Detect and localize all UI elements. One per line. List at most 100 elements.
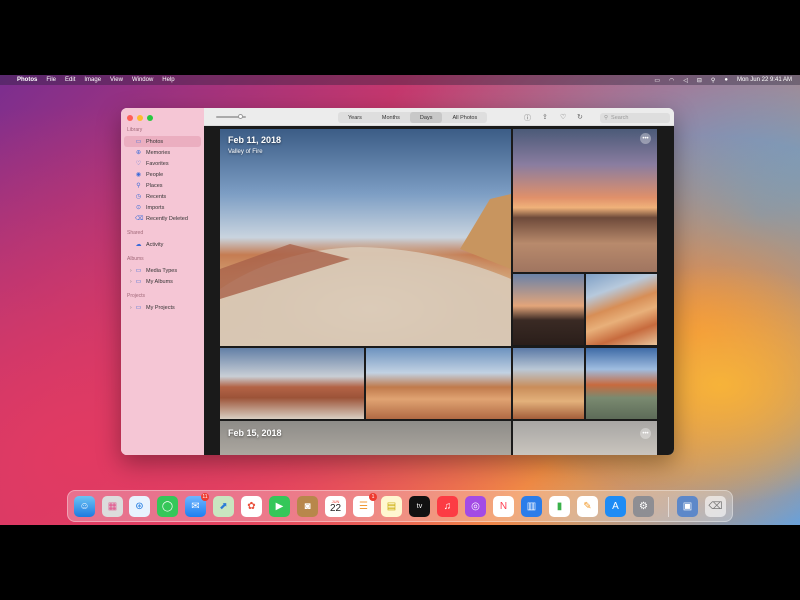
tab-years[interactable]: Years: [338, 112, 372, 123]
finder-icon[interactable]: ☺: [74, 496, 95, 517]
contacts-icon[interactable]: ◙: [297, 496, 318, 517]
pages-icon[interactable]: ✎: [577, 496, 598, 517]
window-controls: [121, 115, 204, 121]
sidebar-item-people[interactable]: ◉ People: [124, 169, 201, 180]
numbers-icon[interactable]: ▮: [549, 496, 570, 517]
menu-file[interactable]: File: [46, 77, 56, 83]
disclosure-chevron-icon[interactable]: ›: [130, 268, 132, 274]
menu-edit[interactable]: Edit: [65, 77, 75, 83]
sidebar-item-favorites[interactable]: ♡ Favorites: [124, 158, 201, 169]
sidebar-item-imports[interactable]: ⊙ Imports: [124, 202, 201, 213]
more-options-button[interactable]: •••: [640, 133, 651, 144]
facetime-icon[interactable]: ▶: [269, 496, 290, 517]
downloads-stack-icon[interactable]: ▣: [677, 496, 698, 517]
menu-app-name[interactable]: Photos: [17, 77, 37, 83]
zoom-slider[interactable]: [216, 114, 246, 119]
zoom-slider-knob[interactable]: [238, 114, 243, 119]
music-icon[interactable]: ♫: [437, 496, 458, 517]
tv-icon[interactable]: tv: [409, 496, 430, 517]
tab-months[interactable]: Months: [372, 112, 410, 123]
volume-icon[interactable]: ◁: [683, 77, 688, 84]
sidebar-item-activity[interactable]: ☁ Activity: [124, 239, 201, 250]
menu-window[interactable]: Window: [132, 77, 153, 83]
photo-group2-2[interactable]: [513, 421, 657, 455]
disclosure-chevron-icon[interactable]: ›: [130, 305, 132, 311]
shared-list: ☁ Activity: [121, 239, 204, 250]
view-segmented-control: Years Months Days All Photos: [338, 112, 488, 123]
share-icon[interactable]: ⇪: [542, 113, 548, 121]
photo-group2-1[interactable]: [220, 421, 511, 455]
photos-app-icon[interactable]: ✿: [241, 496, 262, 517]
reminders-icon[interactable]: ☰ 1: [353, 493, 377, 517]
siri-icon[interactable]: ●: [724, 77, 728, 83]
photo-hero[interactable]: [220, 129, 511, 346]
search-field[interactable]: ⚲ Search: [600, 113, 670, 123]
menu-bar: Photos File Edit Image View Window Help …: [0, 75, 800, 85]
sidebar-item-places[interactable]: ⚲ Places: [124, 180, 201, 191]
photo-canyon-2[interactable]: [366, 348, 511, 419]
projects-list: › ▭ My Projects: [121, 302, 204, 313]
sidebar-item-recently-deleted[interactable]: ⌫ Recently Deleted: [124, 213, 201, 224]
keynote-icon[interactable]: ▥: [521, 496, 542, 517]
messages-icon[interactable]: ◯: [157, 496, 178, 517]
tv-label: tv: [416, 503, 423, 510]
sidebar-item-label: Favorites: [146, 160, 169, 167]
control-center-icon[interactable]: ⊟: [697, 77, 702, 84]
sidebar-item-recents[interactable]: ◷ Recents: [124, 191, 201, 202]
trash-icon[interactable]: ⌫: [705, 496, 726, 517]
info-icon[interactable]: ⓘ: [524, 113, 531, 123]
menu-help[interactable]: Help: [162, 77, 174, 83]
photo-swirl[interactable]: [586, 274, 657, 345]
safari-icon[interactable]: ⊛: [129, 496, 150, 517]
mail-badge: 11: [201, 493, 209, 501]
search-icon[interactable]: ⚲: [711, 77, 715, 84]
sidebar-item-photos[interactable]: ▭ Photos: [124, 136, 201, 147]
photo-canyon-3[interactable]: [513, 348, 584, 419]
menu-image[interactable]: Image: [84, 77, 101, 83]
tab-days[interactable]: Days: [409, 112, 443, 123]
memories-icon: ⊕: [135, 150, 142, 156]
wifi-icon[interactable]: ◠: [669, 77, 674, 84]
sidebar-item-media-types[interactable]: › ▭ Media Types: [124, 265, 201, 276]
pin-icon: ⚲: [136, 183, 141, 189]
system-preferences-icon[interactable]: ⚙: [633, 496, 654, 517]
photo-grid: Feb 11, 2018 Valley of Fire ••• Feb 15, …: [204, 126, 674, 455]
calendar-icon[interactable]: JUN 22: [325, 496, 346, 517]
sidebar-header-albums: Albums: [127, 256, 144, 262]
menu-clock[interactable]: Mon Jun 22 9:41 AM: [737, 77, 792, 83]
rotate-icon[interactable]: ↻: [577, 113, 583, 121]
group2-date-title: Feb 15, 2018: [228, 428, 282, 438]
minimize-button[interactable]: [137, 115, 143, 121]
sidebar-header-library: Library: [127, 127, 143, 133]
photo-silhouette[interactable]: [513, 274, 584, 345]
notes-icon[interactable]: ▤: [381, 496, 402, 517]
sidebar-item-my-albums[interactable]: › ▭ My Albums: [124, 276, 201, 287]
podcasts-icon[interactable]: ◎: [465, 496, 486, 517]
maps-icon[interactable]: ⬈: [213, 496, 234, 517]
sidebar-item-label: Memories: [146, 149, 171, 156]
app-store-icon[interactable]: A: [605, 496, 626, 517]
news-icon[interactable]: N: [493, 496, 514, 517]
import-icon: ⊙: [135, 205, 142, 211]
tab-all-photos[interactable]: All Photos: [442, 112, 487, 123]
photos-icon: ▭: [135, 139, 142, 145]
sidebar-item-my-projects[interactable]: › ▭ My Projects: [124, 302, 201, 313]
menu-view[interactable]: View: [110, 77, 123, 83]
photo-road[interactable]: [586, 348, 657, 419]
photo-sunset[interactable]: [513, 129, 657, 272]
group-location[interactable]: Valley of Fire: [228, 149, 263, 155]
launchpad-icon[interactable]: ▦: [102, 496, 123, 517]
sidebar-item-memories[interactable]: ⊕ Memories: [124, 147, 201, 158]
zoom-button[interactable]: [147, 115, 153, 121]
favorite-icon[interactable]: ♡: [560, 113, 566, 121]
sidebar-item-label: Activity: [146, 241, 164, 248]
display-icon[interactable]: ▭: [654, 77, 660, 84]
folder-icon: ▭: [135, 268, 142, 274]
close-button[interactable]: [127, 115, 133, 121]
sidebar-header-projects: Projects: [127, 293, 146, 299]
more-options-button-2[interactable]: •••: [640, 428, 651, 439]
mail-icon[interactable]: ✉ 11: [185, 493, 209, 517]
photo-canyon-1[interactable]: [220, 348, 364, 419]
disclosure-chevron-icon[interactable]: ›: [130, 279, 132, 285]
dock: ☺ ▦ ⊛ ◯ ✉ 11 ⬈ ✿ ▶ ◙ JUN 22 ☰ 1 ▤ tv ♫ ◎ N…: [67, 490, 733, 522]
